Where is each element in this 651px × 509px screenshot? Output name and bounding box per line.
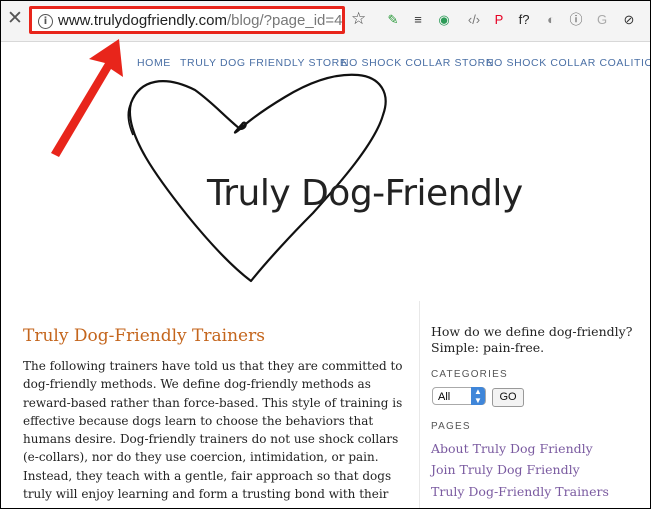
close-icon[interactable]: ✕: [7, 9, 23, 29]
info-icon[interactable]: i: [38, 14, 53, 29]
nav-home[interactable]: HOME: [137, 57, 171, 69]
screenshot-frame: ✕ i www.trulydogfriendly.com/blog/?page_…: [0, 0, 651, 509]
browser-toolbar: ✕ i www.trulydogfriendly.com/blog/?page_…: [1, 1, 650, 42]
pages-heading: PAGES: [431, 421, 471, 432]
sidebar-tagline: How do we define dog-friendly? Simple: p…: [431, 324, 633, 355]
intro-paragraph: The following trainers have told us that…: [23, 359, 403, 508]
function-icon[interactable]: f?: [515, 11, 533, 29]
nav-no-shock-collar-store[interactable]: NO SHOCK COLLAR STORE: [341, 57, 493, 69]
page-link-trainers[interactable]: Truly Dog-Friendly Trainers: [431, 484, 609, 499]
moon-icon[interactable]: ◐: [542, 11, 560, 29]
nav-truly-dog-friendly-store[interactable]: TRULY DOG FRIENDLY STORE: [180, 57, 347, 69]
page-title: Truly Dog-Friendly Trainers: [23, 326, 265, 346]
url-domain: www.trulydogfriendly.com: [58, 12, 227, 29]
go-button[interactable]: GO: [492, 388, 524, 407]
select-arrows-icon: ▲ ▼: [471, 387, 485, 405]
sidebar-divider: [419, 301, 420, 508]
pinterest-icon[interactable]: P: [490, 11, 508, 29]
grammarly-icon[interactable]: G: [593, 11, 611, 29]
buffer-icon[interactable]: ≡: [409, 11, 427, 29]
new-badge-extension-icon[interactable]: ◉: [435, 11, 453, 29]
page-link-about[interactable]: About Truly Dog Friendly: [431, 441, 593, 456]
code-icon[interactable]: ‹/›: [465, 11, 483, 29]
site-logo[interactable]: Truly Dog-Friendly: [15, 73, 523, 303]
info-circle-icon[interactable]: ⓘ: [567, 11, 585, 29]
bookmark-star-icon[interactable]: ☆: [351, 10, 366, 28]
nav-no-shock-collar-coalition[interactable]: NO SHOCK COLLAR COALITION: [486, 57, 650, 69]
page-link-join[interactable]: Join Truly Dog Friendly: [431, 462, 580, 477]
categories-heading: CATEGORIES: [431, 369, 508, 380]
categories-selected-value: All: [438, 391, 451, 403]
url-path: /blog/?page_id=4: [226, 12, 343, 29]
site-nav: HOME TRULY DOG FRIENDLY STORE NO SHOCK C…: [1, 57, 650, 71]
address-bar[interactable]: i www.trulydogfriendly.com/blog/?page_id…: [29, 6, 345, 34]
url-text[interactable]: www.trulydogfriendly.com/blog/?page_id=4: [58, 12, 342, 29]
no-sign-icon[interactable]: ⊘: [620, 11, 638, 29]
categories-select[interactable]: All ▲ ▼: [432, 387, 486, 405]
logo-text: Truly Dog-Friendly: [207, 173, 523, 214]
tag-extension-icon[interactable]: ✎: [384, 11, 402, 29]
